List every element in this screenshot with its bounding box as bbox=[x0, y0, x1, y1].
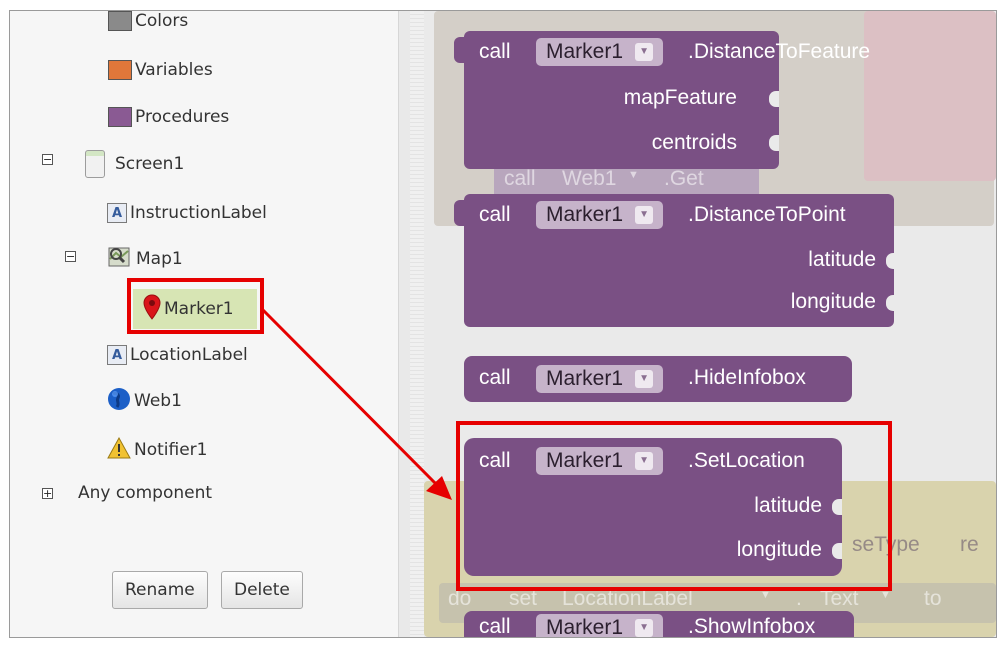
app-frame: Colors Variables Procedures − Screen1 A … bbox=[9, 10, 997, 638]
dropdown-arrow-icon: ▼ bbox=[635, 370, 654, 388]
distance-to-feature-block[interactable]: call Marker1 ▼ .DistanceToFeature mapFea… bbox=[454, 31, 870, 169]
component-dropdown[interactable]: Marker1 ▼ bbox=[536, 614, 664, 637]
dropdown-arrow-icon: ▼ bbox=[635, 43, 654, 61]
call-keyword: call bbox=[479, 615, 511, 637]
tree-item-label: Variables bbox=[135, 60, 213, 80]
component-name: Marker1 bbox=[546, 367, 624, 390]
tree-item-screen1[interactable]: Screen1 bbox=[85, 149, 184, 179]
tree-item-notifier1[interactable]: Notifier1 bbox=[107, 435, 207, 465]
output-tab bbox=[454, 200, 466, 226]
input-socket[interactable] bbox=[769, 91, 779, 107]
colors-swatch-icon bbox=[108, 11, 132, 31]
tree-item-label: Map1 bbox=[136, 249, 183, 269]
method-name: .DistanceToFeature bbox=[688, 40, 871, 63]
collapse-map1-toggle[interactable]: − bbox=[65, 251, 76, 262]
set-location-highlight-box bbox=[456, 421, 892, 591]
map-icon bbox=[107, 245, 133, 274]
tree-item-map1[interactable]: Map1 bbox=[107, 244, 183, 274]
globe-icon bbox=[107, 387, 131, 416]
param-label: longitude bbox=[790, 290, 876, 313]
input-socket[interactable] bbox=[886, 295, 896, 311]
bg-partial-re-text: re bbox=[960, 533, 979, 556]
label-icon: A bbox=[107, 203, 127, 223]
tree-item-colors[interactable]: Colors bbox=[108, 11, 189, 36]
tree-item-procedures[interactable]: Procedures bbox=[108, 102, 229, 132]
bg-web1-text: Web1 bbox=[562, 167, 617, 190]
tree-item-web1[interactable]: Web1 bbox=[107, 386, 182, 416]
input-socket[interactable] bbox=[769, 135, 779, 151]
expand-plus-icon[interactable]: + bbox=[42, 488, 53, 499]
component-name: Marker1 bbox=[546, 40, 624, 63]
tree-item-any-component[interactable]: Any component bbox=[78, 478, 212, 508]
tree-item-variables[interactable]: Variables bbox=[108, 55, 213, 85]
param-label: centroids bbox=[651, 131, 737, 154]
component-dropdown[interactable]: Marker1 ▼ bbox=[536, 38, 664, 66]
method-name: .ShowInfobox bbox=[688, 615, 816, 637]
blocks-workspace[interactable]: call Web1 ▼ .Get do set LocationLabel ▼ … bbox=[424, 11, 996, 637]
component-name: Marker1 bbox=[546, 203, 624, 226]
tree-item-label: Procedures bbox=[135, 107, 230, 127]
tree-item-label: Any component bbox=[78, 483, 213, 503]
call-keyword: call bbox=[479, 366, 511, 389]
bg-to-text: to bbox=[924, 587, 942, 610]
method-name: .DistanceToPoint bbox=[688, 203, 846, 226]
warning-triangle-icon bbox=[107, 436, 131, 464]
input-socket[interactable] bbox=[886, 253, 896, 269]
method-name: .HideInfobox bbox=[688, 366, 806, 389]
show-infobox-block[interactable]: call Marker1 ▼ .ShowInfobox bbox=[464, 611, 854, 637]
call-keyword: call bbox=[479, 203, 511, 226]
tree-item-label: LocationLabel bbox=[130, 345, 248, 365]
tree-item-locationlabel[interactable]: A LocationLabel bbox=[107, 340, 248, 370]
hide-infobox-block[interactable]: call Marker1 ▼ .HideInfobox bbox=[464, 356, 852, 402]
dropdown-arrow-icon: ▼ bbox=[635, 206, 654, 224]
tree-item-label: Screen1 bbox=[115, 154, 185, 174]
dropdown-arrow-icon: ▼ bbox=[635, 619, 654, 637]
output-tab bbox=[454, 37, 466, 63]
screen-icon bbox=[85, 150, 105, 178]
tree-item-label: Notifier1 bbox=[134, 440, 208, 460]
distance-to-point-block[interactable]: call Marker1 ▼ .DistanceToPoint latitude… bbox=[454, 194, 896, 327]
param-label: latitude bbox=[808, 248, 876, 271]
background-pink-block bbox=[864, 11, 996, 181]
marker1-highlight-box bbox=[127, 278, 264, 334]
component-dropdown[interactable]: Marker1 ▼ bbox=[536, 365, 664, 393]
component-dropdown[interactable]: Marker1 ▼ bbox=[536, 201, 664, 229]
label-icon: A bbox=[107, 345, 127, 365]
tree-item-label: Colors bbox=[135, 11, 189, 31]
call-keyword: call bbox=[479, 40, 511, 63]
tree-item-label: Web1 bbox=[134, 391, 182, 411]
param-label: mapFeature bbox=[623, 86, 737, 109]
bg-get-text: .Get bbox=[664, 167, 704, 190]
procedures-swatch-icon bbox=[108, 107, 132, 127]
delete-button[interactable]: Delete bbox=[221, 571, 303, 609]
variables-swatch-icon bbox=[108, 60, 132, 80]
component-name: Marker1 bbox=[546, 616, 624, 637]
rename-button[interactable]: Rename bbox=[112, 571, 208, 609]
blocks-tree-panel: Colors Variables Procedures − Screen1 A … bbox=[10, 11, 408, 637]
tree-item-instructionlabel[interactable]: A InstructionLabel bbox=[107, 198, 267, 228]
tree-item-label: InstructionLabel bbox=[130, 203, 267, 223]
bg-dropdown-arrow: ▼ bbox=[628, 169, 639, 181]
collapse-screen1-toggle[interactable]: − bbox=[42, 154, 53, 165]
bg-call-text: call bbox=[504, 167, 536, 190]
panel-splitter[interactable] bbox=[410, 11, 424, 637]
